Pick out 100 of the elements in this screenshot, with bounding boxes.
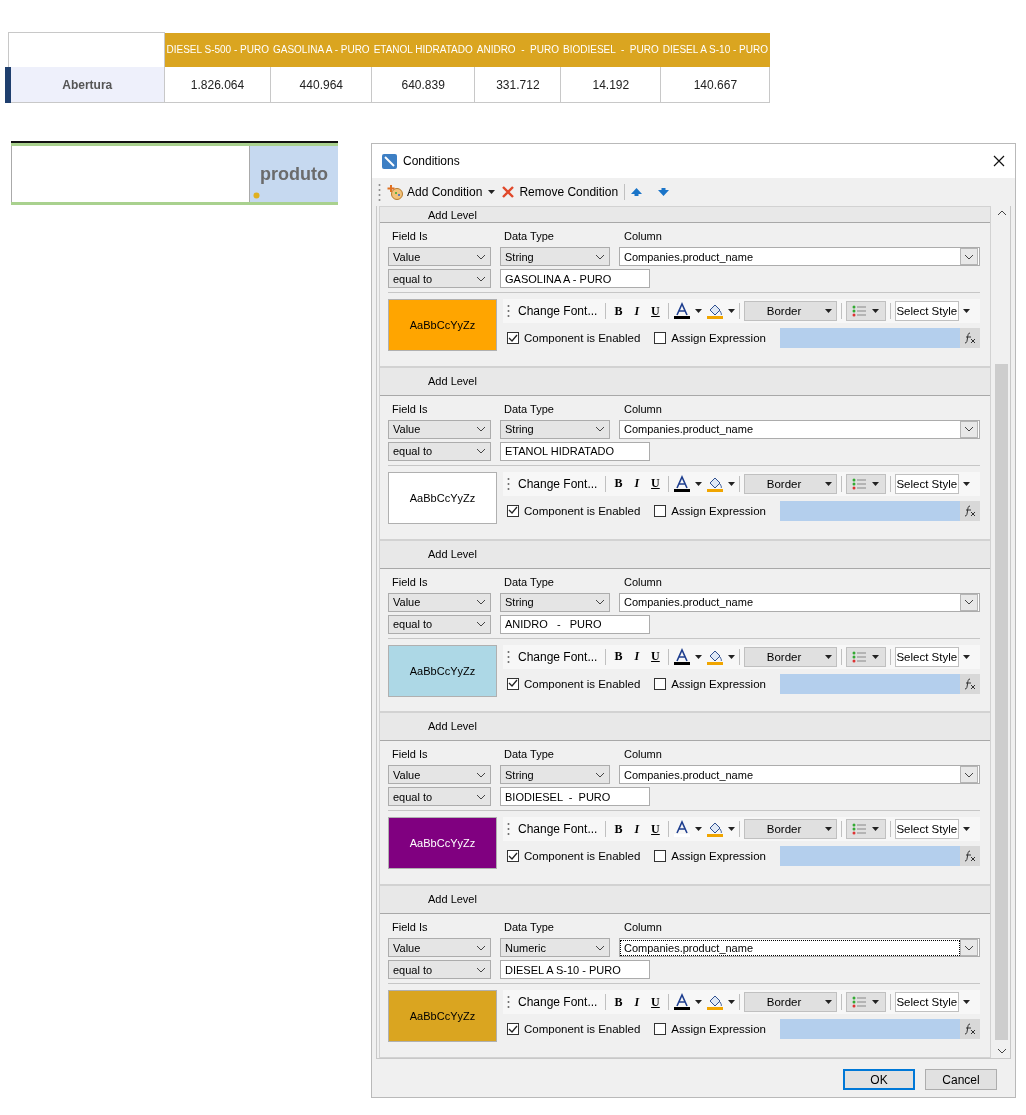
data-type-dropdown[interactable]: Numeric [500,938,610,958]
column-dropdown[interactable]: Companies.product_name [619,419,980,439]
change-font-button[interactable]: Change Font... [514,302,602,320]
font-color-icon[interactable] [672,647,691,666]
data-type-dropdown[interactable]: String [500,765,610,785]
expression-field[interactable] [779,328,980,348]
data-type-dropdown[interactable]: String [500,247,610,266]
list-style-dropdown[interactable] [845,473,886,494]
underline-button[interactable]: U [647,474,664,494]
move-up-icon[interactable] [631,188,643,196]
italic-button[interactable]: I [630,992,644,1012]
fill-color-icon[interactable] [705,993,724,1012]
scrollbar-thumb[interactable] [995,364,1008,1040]
bold-button[interactable]: B [610,647,627,667]
value-field[interactable]: GASOLINA A - PURO [500,269,650,288]
component-enabled-checkbox[interactable]: Component is Enabled [507,1023,641,1036]
italic-button[interactable]: I [630,647,644,667]
component-enabled-checkbox[interactable]: Component is Enabled [507,332,641,344]
function-icon[interactable] [964,677,976,690]
border-dropdown[interactable]: Border [743,819,837,840]
underline-button[interactable]: U [647,301,664,321]
component-enabled-checkbox[interactable]: Component is Enabled [507,504,641,517]
font-color-icon[interactable] [672,474,691,493]
component-enabled-checkbox[interactable]: Component is Enabled [507,850,641,863]
underline-button[interactable]: U [647,992,664,1012]
expression-field[interactable] [779,500,980,521]
add-condition-button[interactable]: Add Condition [387,184,483,200]
change-font-button[interactable]: Change Font... [514,993,602,1012]
component-enabled-checkbox[interactable]: Component is Enabled [507,677,641,690]
field-is-dropdown[interactable]: Value [388,247,491,266]
level-header[interactable]: Add Level [380,207,990,223]
expression-field[interactable] [779,673,980,694]
list-style-dropdown[interactable] [845,646,886,667]
assign-expression-checkbox[interactable]: Assign Expression [654,677,766,690]
data-type-dropdown[interactable]: String [500,419,610,439]
level-header[interactable]: Add Level [380,886,990,915]
data-type-dropdown[interactable]: String [500,592,610,612]
function-icon[interactable] [964,332,976,344]
list-style-dropdown[interactable] [845,992,886,1013]
column-dropdown[interactable]: Companies.product_name [619,247,980,266]
border-dropdown[interactable]: Border [743,473,837,494]
move-down-icon[interactable] [658,188,670,196]
assign-expression-checkbox[interactable]: Assign Expression [654,504,766,517]
field-is-dropdown[interactable]: Value [388,592,491,612]
assign-expression-checkbox[interactable]: Assign Expression [654,332,766,344]
field-is-dropdown[interactable]: Value [388,419,491,439]
assign-expression-checkbox[interactable]: Assign Expression [654,850,766,863]
level-header[interactable]: Add Level [380,367,990,396]
operator-dropdown[interactable]: equal to [388,614,491,634]
operator-dropdown[interactable]: equal to [388,269,491,288]
change-font-button[interactable]: Change Font... [514,820,602,839]
field-is-dropdown[interactable]: Value [388,938,491,958]
dialog-button[interactable]: OK [843,1069,915,1090]
expression-field[interactable] [779,846,980,867]
border-dropdown[interactable]: Border [743,301,837,321]
font-color-icon[interactable] [672,993,691,1012]
bold-button[interactable]: B [610,474,627,494]
value-field[interactable]: ETANOL HIDRATADO [500,441,650,461]
bold-button[interactable]: B [610,992,627,1012]
operator-dropdown[interactable]: equal to [388,787,491,807]
function-icon[interactable] [964,1023,976,1036]
scroll-down-icon[interactable] [996,1048,1007,1054]
underline-button[interactable]: U [647,647,664,667]
list-style-dropdown[interactable] [845,819,886,840]
italic-button[interactable]: I [630,474,644,494]
fill-color-icon[interactable] [705,302,724,320]
scroll-up-icon[interactable] [996,210,1007,216]
italic-button[interactable]: I [630,301,644,321]
column-dropdown[interactable]: Companies.product_name [619,938,980,958]
field-is-dropdown[interactable]: Value [388,765,491,785]
value-field[interactable]: ANIDRO - PURO [500,614,650,634]
value-field[interactable]: DIESEL A S-10 - PURO [500,960,650,980]
border-dropdown[interactable]: Border [743,646,837,667]
function-icon[interactable] [964,850,976,863]
select-style-dropdown[interactable]: Select Style [894,646,959,667]
fill-color-icon[interactable] [705,820,724,839]
select-style-dropdown[interactable]: Select Style [894,819,959,840]
font-color-icon[interactable] [672,820,691,839]
assign-expression-checkbox[interactable]: Assign Expression [654,1023,766,1036]
column-dropdown[interactable]: Companies.product_name [619,765,980,785]
level-header[interactable]: Add Level [380,713,990,742]
underline-button[interactable]: U [647,819,664,839]
level-header[interactable]: Add Level [380,540,990,569]
select-style-dropdown[interactable]: Select Style [894,301,959,321]
dialog-button[interactable]: Cancel [925,1069,997,1090]
border-dropdown[interactable]: Border [743,992,837,1013]
italic-button[interactable]: I [630,819,644,839]
column-dropdown[interactable]: Companies.product_name [619,592,980,612]
select-style-dropdown[interactable]: Select Style [894,992,959,1013]
operator-dropdown[interactable]: equal to [388,441,491,461]
function-icon[interactable] [964,504,976,517]
close-icon[interactable] [993,155,1005,167]
expression-field[interactable] [779,1019,980,1040]
font-color-icon[interactable] [672,302,691,320]
value-field[interactable]: BIODIESEL - PURO [500,787,650,807]
change-font-button[interactable]: Change Font... [514,647,602,666]
change-font-button[interactable]: Change Font... [514,474,602,493]
bold-button[interactable]: B [610,301,627,321]
operator-dropdown[interactable]: equal to [388,960,491,980]
list-style-dropdown[interactable] [845,301,886,321]
